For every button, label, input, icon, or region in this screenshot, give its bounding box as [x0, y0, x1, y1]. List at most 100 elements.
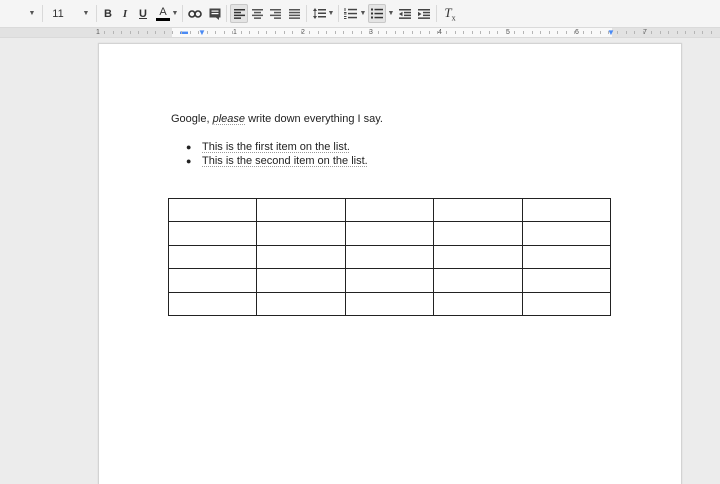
chevron-down-icon: ▼ [327, 10, 335, 17]
font-dropdown-button[interactable]: ▼ [26, 4, 38, 23]
ruler-tick [241, 31, 242, 34]
formatting-toolbar: ▼ 11 ▼ B I U A ▼ ▼ ▼ ▼ Tx [0, 0, 720, 28]
document-paragraph[interactable]: Google, please write down everything I s… [171, 113, 383, 125]
ruler-tick [463, 31, 464, 34]
ruler-tick [702, 31, 703, 34]
ruler-tick [301, 31, 302, 34]
table-row [167, 268, 612, 293]
ruler-tick [668, 31, 669, 34]
table-cell[interactable] [256, 244, 346, 270]
list-item[interactable]: This is the first item on the list. [202, 141, 350, 153]
comment-icon [209, 8, 221, 20]
ruler-tick [557, 31, 558, 34]
text-color-button[interactable]: A [154, 4, 172, 23]
horizontal-ruler[interactable]: ▬ ▼ ▼ 1 1 2 3 4 5 6 7 [0, 28, 720, 38]
table-cell[interactable] [521, 291, 612, 317]
table-cell[interactable] [167, 268, 258, 293]
underline-icon: U [139, 7, 147, 20]
table-cell[interactable] [167, 197, 258, 223]
numbered-list-dropdown[interactable]: ▼ [359, 4, 367, 23]
decrease-indent-icon [399, 8, 411, 19]
ruler-tick [540, 31, 541, 34]
table-cell[interactable] [344, 268, 435, 293]
table-cell[interactable] [433, 291, 523, 317]
table-cell[interactable] [344, 221, 435, 246]
font-size-dropdown-button[interactable]: ▼ [80, 4, 92, 23]
font-size-field[interactable]: 11 [48, 4, 68, 23]
chevron-down-icon: ▼ [28, 10, 36, 17]
align-left-button[interactable] [230, 4, 248, 23]
line-spacing-icon [312, 8, 326, 19]
table-cell[interactable] [433, 268, 523, 293]
document-page[interactable]: Google, please write down everything I s… [98, 43, 682, 484]
ruler-tick [378, 31, 379, 34]
ruler-tick [147, 31, 148, 34]
ruler-tick [437, 31, 438, 34]
ruler-tick [600, 31, 601, 34]
bulleted-list-dropdown[interactable]: ▼ [387, 4, 395, 23]
insert-comment-button[interactable] [207, 4, 223, 23]
table-cell[interactable] [256, 268, 346, 293]
align-center-button[interactable] [249, 4, 265, 23]
ruler-tick [583, 31, 584, 34]
line-spacing-button[interactable] [311, 4, 327, 23]
line-spacing-dropdown[interactable]: ▼ [327, 4, 335, 23]
table-cell[interactable] [433, 197, 523, 223]
ruler-tick [608, 31, 609, 34]
ruler-number: 4 [438, 29, 442, 36]
toolbar-divider [96, 5, 97, 22]
align-right-button[interactable] [267, 4, 283, 23]
ruler-tick [190, 31, 191, 34]
numbered-list-button[interactable] [342, 4, 358, 23]
bold-icon: B [104, 7, 112, 20]
ruler-tick [455, 31, 456, 34]
table-cell[interactable] [433, 244, 523, 270]
ruler-tick [104, 31, 105, 34]
table-cell[interactable] [256, 291, 346, 317]
document-table[interactable] [167, 197, 612, 317]
ruler-right-margin [612, 28, 720, 37]
ruler-tick [660, 31, 661, 34]
table-cell[interactable] [256, 221, 346, 246]
table-cell[interactable] [521, 221, 612, 246]
ruler-tick [643, 31, 644, 34]
ruler-tick [395, 31, 396, 34]
align-justify-button[interactable] [286, 4, 302, 23]
table-cell[interactable] [521, 244, 612, 270]
ruler-tick [369, 31, 370, 34]
table-cell[interactable] [344, 197, 435, 223]
ruler-tick [318, 31, 319, 34]
underline-button[interactable]: U [136, 4, 150, 23]
list-item[interactable]: This is the second item on the list. [202, 155, 368, 167]
table-cell[interactable] [521, 197, 612, 223]
italic-button[interactable]: I [118, 4, 132, 23]
ruler-tick [198, 31, 199, 34]
toolbar-divider [306, 5, 307, 22]
decrease-indent-button[interactable] [397, 4, 413, 23]
left-indent-marker[interactable]: ▼ [198, 29, 206, 37]
bold-button[interactable]: B [101, 4, 115, 23]
link-icon [188, 9, 202, 18]
ruler-tick [677, 31, 678, 34]
table-cell[interactable] [521, 268, 612, 293]
table-cell[interactable] [344, 291, 435, 317]
ruler-tick [266, 31, 267, 34]
table-cell[interactable] [433, 221, 523, 246]
insert-link-button[interactable] [187, 4, 203, 23]
text-color-dropdown[interactable]: ▼ [171, 4, 179, 23]
ruler-tick [506, 31, 507, 34]
table-cell[interactable] [167, 244, 258, 270]
ruler-tick [574, 31, 575, 34]
table-cell[interactable] [344, 244, 435, 270]
bulleted-list-button[interactable] [368, 4, 386, 23]
table-cell[interactable] [167, 291, 258, 317]
ruler-tick [497, 31, 498, 34]
ruler-tick [113, 31, 114, 34]
table-cell[interactable] [167, 221, 258, 246]
clear-formatting-button[interactable]: Tx [441, 4, 459, 23]
increase-indent-button[interactable] [416, 4, 432, 23]
toolbar-divider [182, 5, 183, 22]
ruler-tick [207, 31, 208, 34]
ruler-tick [446, 31, 447, 34]
table-cell[interactable] [256, 197, 346, 223]
